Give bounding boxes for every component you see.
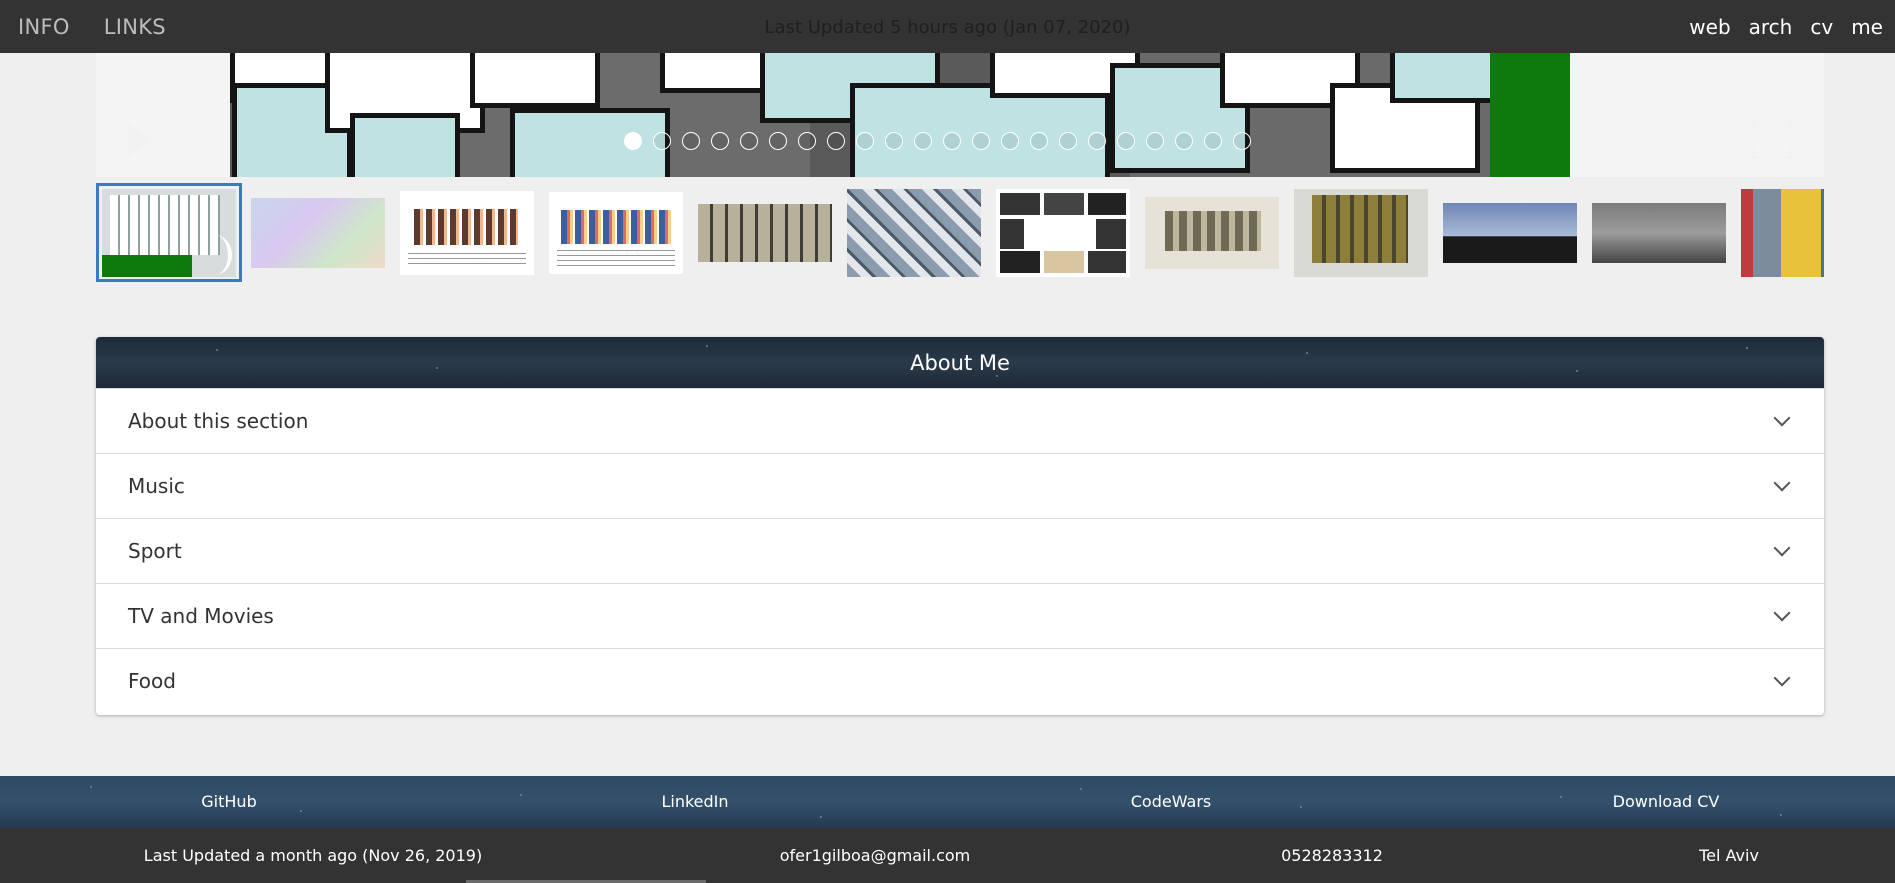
play-icon[interactable]: [128, 123, 154, 157]
slide-dot-20[interactable]: [1175, 132, 1193, 150]
footer-codewars-link[interactable]: CodeWars: [1131, 792, 1211, 811]
slide-image: [230, 53, 1824, 177]
footer-github-link[interactable]: GitHub: [201, 792, 256, 811]
thumbnail-4[interactable]: [543, 183, 689, 282]
slide-dot-7[interactable]: [798, 132, 816, 150]
thumbnail-8[interactable]: [1139, 183, 1285, 282]
about-me-panel: About Me About this section Music Sport …: [96, 337, 1824, 715]
footer-download-cv-link[interactable]: Download CV: [1613, 792, 1720, 811]
nav-web-link[interactable]: web: [1689, 15, 1730, 39]
thumbnail-6[interactable]: [841, 183, 987, 282]
slide-dot-9[interactable]: [856, 132, 874, 150]
slide-dot-10[interactable]: [885, 132, 903, 150]
chevron-down-icon: [1773, 474, 1791, 492]
slide-dot-16[interactable]: [1059, 132, 1077, 150]
slide-dot-8[interactable]: [827, 132, 845, 150]
slide-dot-15[interactable]: [1030, 132, 1048, 150]
chevron-down-icon: [1773, 669, 1791, 687]
accordion-item-food[interactable]: Food: [96, 648, 1824, 713]
footer-location: Tel Aviv: [1699, 846, 1759, 865]
thumbnail-strip: [96, 183, 1824, 282]
thumbnail-5[interactable]: [692, 183, 838, 282]
accordion-item-label: Sport: [128, 539, 182, 563]
chevron-down-icon: [1773, 539, 1791, 557]
slide-dot-14[interactable]: [1001, 132, 1019, 150]
slide-dot-21[interactable]: [1204, 132, 1222, 150]
thumbnail-7[interactable]: [990, 183, 1136, 282]
footer-info-bar: Last Updated a month ago (Nov 26, 2019) …: [0, 828, 1895, 883]
chevron-down-icon: [1773, 604, 1791, 622]
image-slideshow: [96, 53, 1824, 177]
thumbnail-2[interactable]: [245, 183, 391, 282]
footer-links-bar: GitHub LinkedIn CodeWars Download CV: [0, 776, 1895, 828]
top-navbar: INFO LINKS Last Updated 5 hours ago (Jan…: [0, 0, 1895, 53]
footer-email: ofer1gilboa@gmail.com: [779, 846, 971, 865]
thumbnail-9[interactable]: [1288, 183, 1434, 282]
slide-dot-12[interactable]: [943, 132, 961, 150]
slide-dot-11[interactable]: [914, 132, 932, 150]
footer-phone: 0528283312: [1281, 846, 1383, 865]
thumbnail-1[interactable]: [96, 183, 242, 282]
slide-dot-13[interactable]: [972, 132, 990, 150]
accordion-item-tv-and-movies[interactable]: TV and Movies: [96, 583, 1824, 648]
nav-me-link[interactable]: me: [1851, 15, 1883, 39]
accordion-item-label: Music: [128, 474, 185, 498]
thumbnail-11[interactable]: [1586, 183, 1732, 282]
slide-dot-17[interactable]: [1088, 132, 1106, 150]
last-updated-header: Last Updated 5 hours ago (Jan 07, 2020): [764, 17, 1131, 38]
slide-dot-2[interactable]: [653, 132, 671, 150]
slide-dot-3[interactable]: [682, 132, 700, 150]
slide-dot-22[interactable]: [1233, 132, 1251, 150]
right-nav: web arch cv me: [1689, 0, 1883, 53]
slide-dot-19[interactable]: [1146, 132, 1164, 150]
slide-dot-4[interactable]: [711, 132, 729, 150]
about-me-title: About Me: [910, 350, 1010, 375]
slide-dot-6[interactable]: [769, 132, 787, 150]
footer-linkedin-link[interactable]: LinkedIn: [661, 792, 728, 811]
chevron-down-icon: [1773, 409, 1791, 427]
accordion-item-label: About this section: [128, 409, 309, 433]
slide-indicator-dots: [624, 132, 1251, 150]
about-me-header: About Me: [96, 337, 1824, 388]
slide-dot-5[interactable]: [740, 132, 758, 150]
accordion-item-about-this-section[interactable]: About this section: [96, 388, 1824, 453]
nav-arch-link[interactable]: arch: [1749, 15, 1793, 39]
nav-cv-link[interactable]: cv: [1810, 15, 1833, 39]
accordion-item-label: Food: [128, 669, 176, 693]
accordion-item-sport[interactable]: Sport: [96, 518, 1824, 583]
thumbnail-3[interactable]: [394, 183, 540, 282]
accordion-item-label: TV and Movies: [128, 604, 274, 628]
slide-dot-18[interactable]: [1117, 132, 1135, 150]
slide-dot-1[interactable]: [624, 132, 642, 150]
thumbnail-10[interactable]: [1437, 183, 1583, 282]
fullscreen-icon[interactable]: [1752, 119, 1792, 159]
accordion-item-music[interactable]: Music: [96, 453, 1824, 518]
footer-last-updated: Last Updated a month ago (Nov 26, 2019): [143, 846, 483, 865]
thumbnail-12[interactable]: [1735, 183, 1824, 282]
